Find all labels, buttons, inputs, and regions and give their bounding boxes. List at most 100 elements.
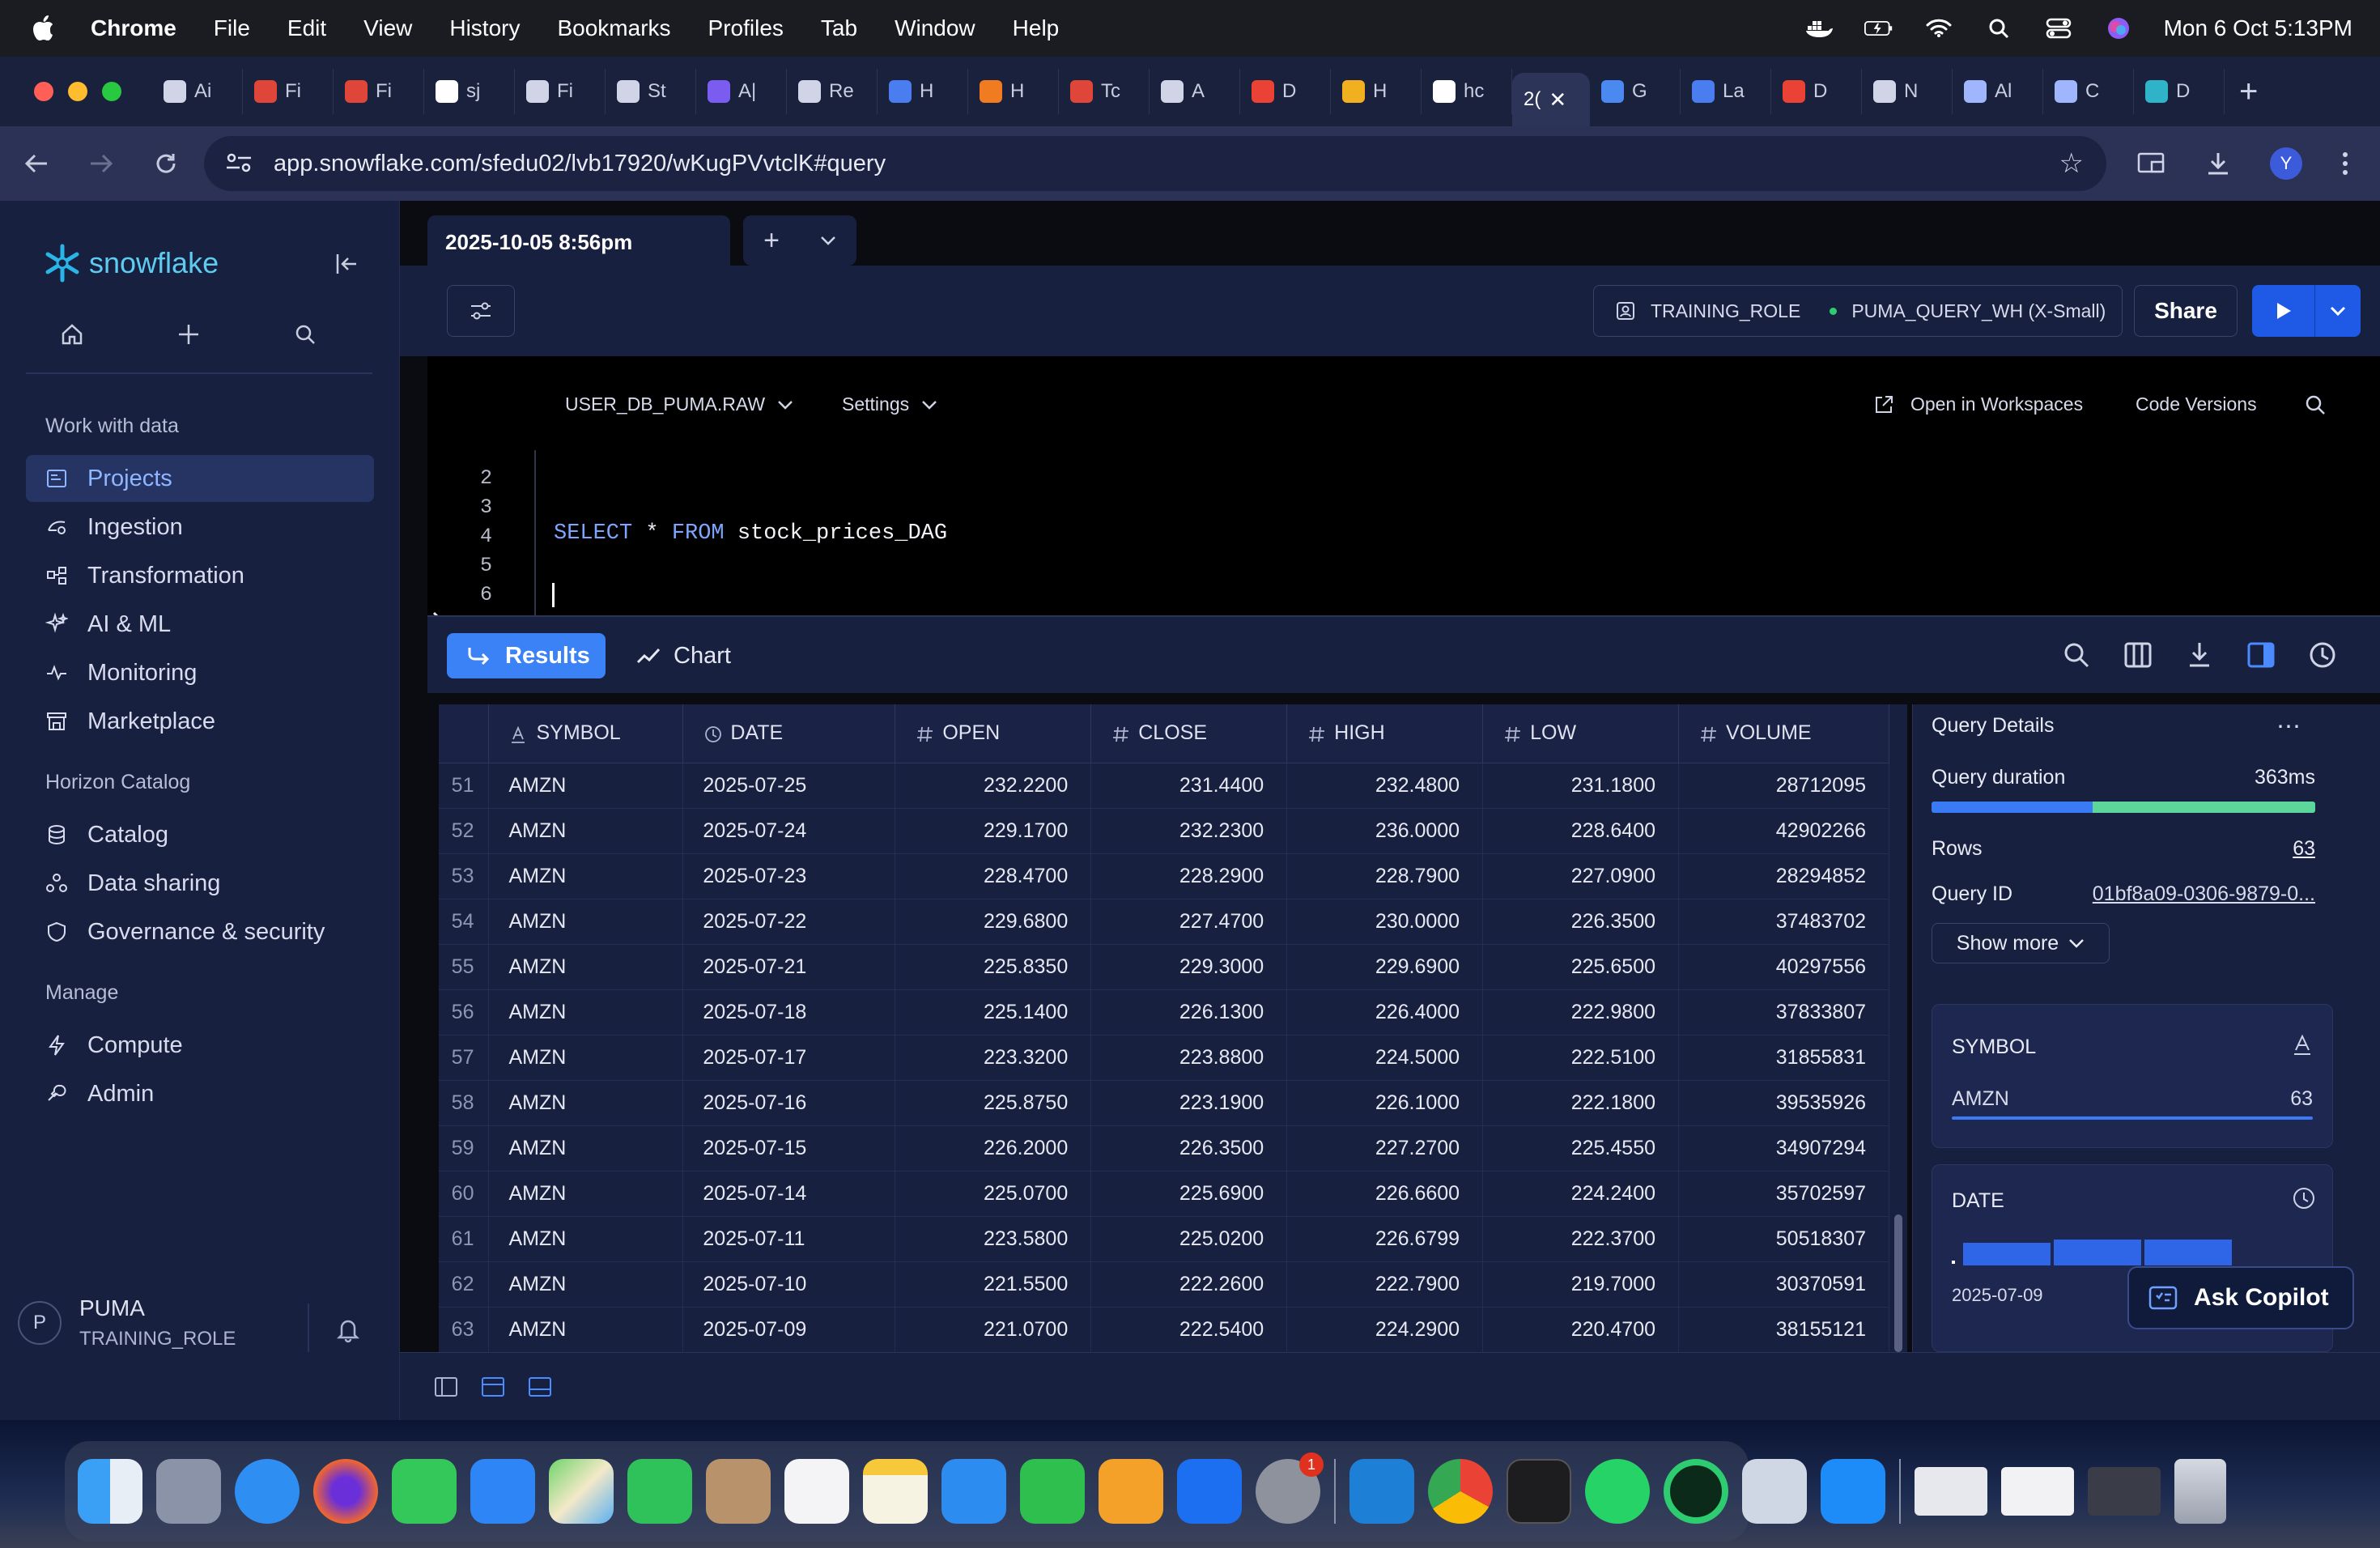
- sidebar-item-marketplace[interactable]: Marketplace: [26, 698, 374, 745]
- cell-low[interactable]: 219.7000: [1482, 1261, 1680, 1308]
- cell-low[interactable]: 231.1800: [1482, 763, 1680, 809]
- cell-high[interactable]: 224.2900: [1286, 1307, 1484, 1353]
- menu-file[interactable]: File: [214, 15, 250, 41]
- column-header-high[interactable]: HIGH: [1286, 704, 1484, 763]
- mail-icon[interactable]: [470, 1459, 535, 1524]
- cell-high[interactable]: 230.0000: [1286, 899, 1484, 945]
- menu-bookmarks[interactable]: Bookmarks: [557, 15, 670, 41]
- facetime-icon[interactable]: [627, 1459, 692, 1524]
- download-icon[interactable]: [2205, 151, 2231, 176]
- docker-status-icon[interactable]: [1804, 16, 1834, 40]
- cell-low[interactable]: 227.0900: [1482, 853, 1680, 899]
- results-scrollbar[interactable]: [1889, 704, 1907, 1352]
- add-worksheet-button[interactable]: +: [743, 215, 800, 266]
- results-tab[interactable]: Results: [447, 633, 606, 678]
- cell-open[interactable]: 228.4700: [895, 853, 1092, 899]
- cell-volume[interactable]: 39535926: [1678, 1080, 1889, 1126]
- cell-low[interactable]: 224.2400: [1482, 1171, 1680, 1217]
- cell-high[interactable]: 228.7900: [1286, 853, 1484, 899]
- table-row[interactable]: 53 AMZN 2025-07-23 228.4700 228.2900 228.7900…: [439, 853, 1889, 899]
- sidebar-item-projects[interactable]: Projects: [26, 455, 374, 502]
- menu-datetime[interactable]: Mon 6 Oct 5:13PM: [2164, 15, 2352, 41]
- row-number[interactable]: 62: [439, 1261, 490, 1308]
- back-button[interactable]: [24, 152, 65, 175]
- cell-date[interactable]: 2025-07-16: [682, 1080, 896, 1126]
- sidebar-item-monitoring[interactable]: Monitoring: [26, 649, 374, 696]
- browser-tab[interactable]: Fi: [515, 69, 606, 114]
- table-row[interactable]: 59 AMZN 2025-07-15 226.2000 226.3500 227.2700…: [439, 1125, 1889, 1172]
- browser-tab[interactable]: D: [1240, 69, 1331, 114]
- row-number[interactable]: 53: [439, 853, 490, 899]
- site-settings-icon[interactable]: [225, 151, 254, 176]
- cell-high[interactable]: 236.0000: [1286, 808, 1484, 854]
- cell-open[interactable]: 221.5500: [895, 1261, 1092, 1308]
- browser-tab[interactable]: Ai: [152, 69, 243, 114]
- cell-close[interactable]: 227.4700: [1090, 899, 1288, 945]
- reload-button[interactable]: [154, 151, 194, 176]
- scrollbar-thumb[interactable]: [1894, 1214, 1902, 1352]
- layout-sidebar-icon[interactable]: [434, 1376, 458, 1397]
- cell-close[interactable]: 232.2300: [1090, 808, 1288, 854]
- cell-close[interactable]: 225.6900: [1090, 1171, 1288, 1217]
- browser-tab[interactable]: C: [2043, 69, 2134, 114]
- cell-symbol[interactable]: AMZN: [488, 899, 684, 945]
- share-button[interactable]: Share: [2134, 285, 2238, 337]
- table-row[interactable]: 61 AMZN 2025-07-11 223.5800 225.0200 226.6799…: [439, 1216, 1889, 1262]
- cell-date[interactable]: 2025-07-24: [682, 808, 896, 854]
- cell-high[interactable]: 232.4800: [1286, 763, 1484, 809]
- siri-icon[interactable]: [2104, 16, 2133, 40]
- context-selector[interactable]: TRAINING_ROLE PUMA_QUERY_WH (X-Small): [1593, 285, 2123, 337]
- query-id-link[interactable]: 01bf8a09-0306-9879-0...: [2093, 882, 2315, 906]
- table-row[interactable]: 57 AMZN 2025-07-17 223.3200 223.8800 224.5000…: [439, 1035, 1889, 1081]
- cell-volume[interactable]: 28294852: [1678, 853, 1889, 899]
- messages-icon[interactable]: [392, 1459, 457, 1524]
- cell-symbol[interactable]: AMZN: [488, 1125, 684, 1172]
- cell-close[interactable]: 222.5400: [1090, 1307, 1288, 1353]
- browser-tab[interactable]: H: [1331, 69, 1422, 114]
- browser-tab-active[interactable]: 2(✕: [1512, 73, 1590, 126]
- url-text[interactable]: app.snowflake.com/sfedu02/lvb17920/wKugP…: [274, 151, 886, 177]
- column-header-date[interactable]: DATE: [682, 704, 896, 763]
- database-selector[interactable]: USER_DB_PUMA.RAW: [565, 393, 794, 415]
- more-options-icon[interactable]: ⋯: [2276, 712, 2302, 741]
- cell-close[interactable]: 222.2600: [1090, 1261, 1288, 1308]
- cell-date[interactable]: 2025-07-10: [682, 1261, 896, 1308]
- menu-view[interactable]: View: [363, 15, 412, 41]
- editor-search-icon[interactable]: [2304, 393, 2327, 416]
- sidebar-item-admin[interactable]: Admin: [26, 1070, 374, 1117]
- close-tab-icon[interactable]: ✕: [1549, 87, 1566, 113]
- cell-date[interactable]: 2025-07-17: [682, 1035, 896, 1081]
- row-number[interactable]: 54: [439, 899, 490, 945]
- cell-high[interactable]: 226.1000: [1286, 1080, 1484, 1126]
- cell-close[interactable]: 229.3000: [1090, 944, 1288, 990]
- notifications-bell-icon[interactable]: [334, 1315, 363, 1344]
- notes-icon[interactable]: [863, 1459, 928, 1524]
- browser-tab[interactable]: Re: [787, 69, 878, 114]
- cell-volume[interactable]: 40297556: [1678, 944, 1889, 990]
- row-number[interactable]: 61: [439, 1216, 490, 1262]
- trash-icon[interactable]: [2174, 1459, 2226, 1524]
- cell-low[interactable]: 222.1800: [1482, 1080, 1680, 1126]
- cell-close[interactable]: 223.8800: [1090, 1035, 1288, 1081]
- cell-low[interactable]: 220.4700: [1482, 1307, 1680, 1353]
- cell-low[interactable]: 228.6400: [1482, 808, 1680, 854]
- terminal-icon[interactable]: [1507, 1459, 1571, 1524]
- row-number[interactable]: 51: [439, 763, 490, 809]
- table-row[interactable]: 52 AMZN 2025-07-24 229.1700 232.2300 236.0000…: [439, 808, 1889, 854]
- row-number[interactable]: 63: [439, 1307, 490, 1353]
- row-number[interactable]: 56: [439, 989, 490, 1036]
- battery-icon[interactable]: [1864, 16, 1893, 40]
- column-header-symbol[interactable]: SYMBOL: [488, 704, 684, 763]
- table-row[interactable]: 58 AMZN 2025-07-16 225.8750 223.1900 226.1000…: [439, 1080, 1889, 1126]
- cell-open[interactable]: 229.6800: [895, 899, 1092, 945]
- cell-date[interactable]: 2025-07-21: [682, 944, 896, 990]
- snowflake-logo[interactable]: snowflake: [42, 243, 219, 283]
- cell-open[interactable]: 223.5800: [895, 1216, 1092, 1262]
- menu-profiles[interactable]: Profiles: [708, 15, 784, 41]
- column-header-low[interactable]: LOW: [1482, 704, 1680, 763]
- keynote-icon[interactable]: [941, 1459, 1006, 1524]
- menu-edit[interactable]: Edit: [287, 15, 326, 41]
- worksheet-list-dropdown[interactable]: [800, 215, 856, 266]
- cell-low[interactable]: 222.9800: [1482, 989, 1680, 1036]
- cell-date[interactable]: 2025-07-15: [682, 1125, 896, 1172]
